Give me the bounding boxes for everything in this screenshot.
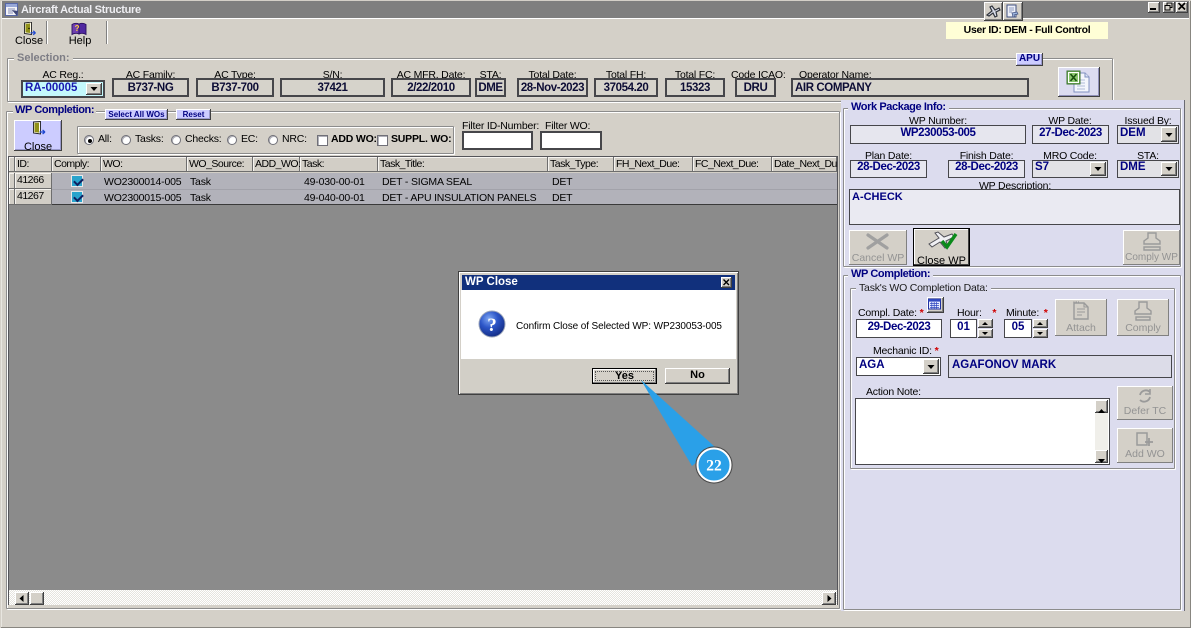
svg-text:22: 22 [706,458,722,475]
svg-text:?: ? [75,24,80,33]
svg-text:?: ? [487,315,497,336]
